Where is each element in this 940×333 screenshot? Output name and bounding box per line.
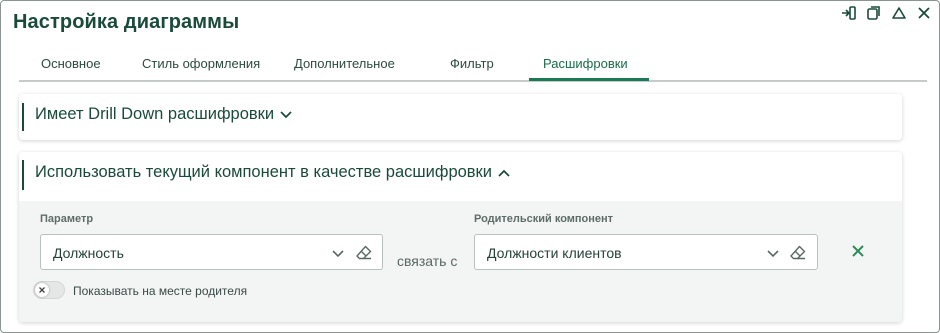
detach-icon[interactable] bbox=[840, 4, 858, 22]
tab-filter[interactable]: Фильтр bbox=[450, 56, 494, 71]
component-section-body: Параметр Должность связать с Родительски… bbox=[19, 201, 902, 322]
eraser-icon[interactable] bbox=[355, 244, 373, 267]
tab-general[interactable]: Основное bbox=[41, 56, 101, 71]
link-with-text: связать с bbox=[397, 253, 458, 269]
close-icon bbox=[39, 287, 45, 293]
show-in-parent-label: Показывать на месте родителя bbox=[73, 284, 248, 298]
drilldown-section: Имеет Drill Down расшифровки bbox=[19, 94, 902, 140]
tab-additional[interactable]: Дополнительное bbox=[294, 56, 395, 71]
component-section: Использовать текущий компонент в качеств… bbox=[19, 152, 902, 322]
chart-settings-dialog: Настройка диаграммы Основное Стиль оформ… bbox=[0, 0, 940, 333]
restore-icon[interactable] bbox=[865, 4, 883, 22]
show-in-parent-toggle[interactable] bbox=[33, 281, 65, 299]
parent-component-label: Родительский компонент bbox=[474, 213, 614, 225]
close-icon[interactable] bbox=[915, 4, 933, 22]
component-section-header[interactable]: Использовать текущий компонент в качеств… bbox=[35, 163, 510, 182]
active-tab-indicator bbox=[529, 78, 649, 81]
tab-drilldowns[interactable]: Расшифровки bbox=[543, 56, 628, 71]
tab-bar: Основное Стиль оформления Дополнительное… bbox=[19, 48, 927, 82]
drilldown-section-header[interactable]: Имеет Drill Down расшифровки bbox=[35, 105, 292, 124]
parent-component-select[interactable]: Должности клиентов bbox=[474, 234, 818, 270]
remove-link-button[interactable] bbox=[848, 243, 868, 263]
parameter-label: Параметр bbox=[40, 213, 94, 225]
chevron-down-icon bbox=[280, 105, 292, 124]
tab-style[interactable]: Стиль оформления bbox=[142, 56, 260, 71]
toggle-knob bbox=[35, 283, 49, 297]
drilldown-section-title: Имеет Drill Down расшифровки bbox=[35, 105, 275, 123]
section-accent-bar bbox=[22, 160, 24, 190]
section-accent-bar bbox=[22, 103, 24, 131]
parameter-value: Должность bbox=[53, 245, 124, 261]
chevron-down-icon[interactable] bbox=[767, 246, 779, 264]
close-icon bbox=[851, 244, 865, 263]
window-controls bbox=[840, 4, 933, 22]
eraser-icon[interactable] bbox=[789, 244, 807, 267]
chevron-down-icon[interactable] bbox=[332, 246, 344, 264]
component-section-title: Использовать текущий компонент в качеств… bbox=[35, 163, 492, 181]
parent-component-value: Должности клиентов bbox=[487, 245, 622, 261]
chevron-up-icon bbox=[498, 163, 510, 182]
dialog-title: Настройка диаграммы bbox=[13, 11, 240, 33]
collapse-icon[interactable] bbox=[890, 4, 908, 22]
parameter-select[interactable]: Должность bbox=[40, 234, 383, 270]
